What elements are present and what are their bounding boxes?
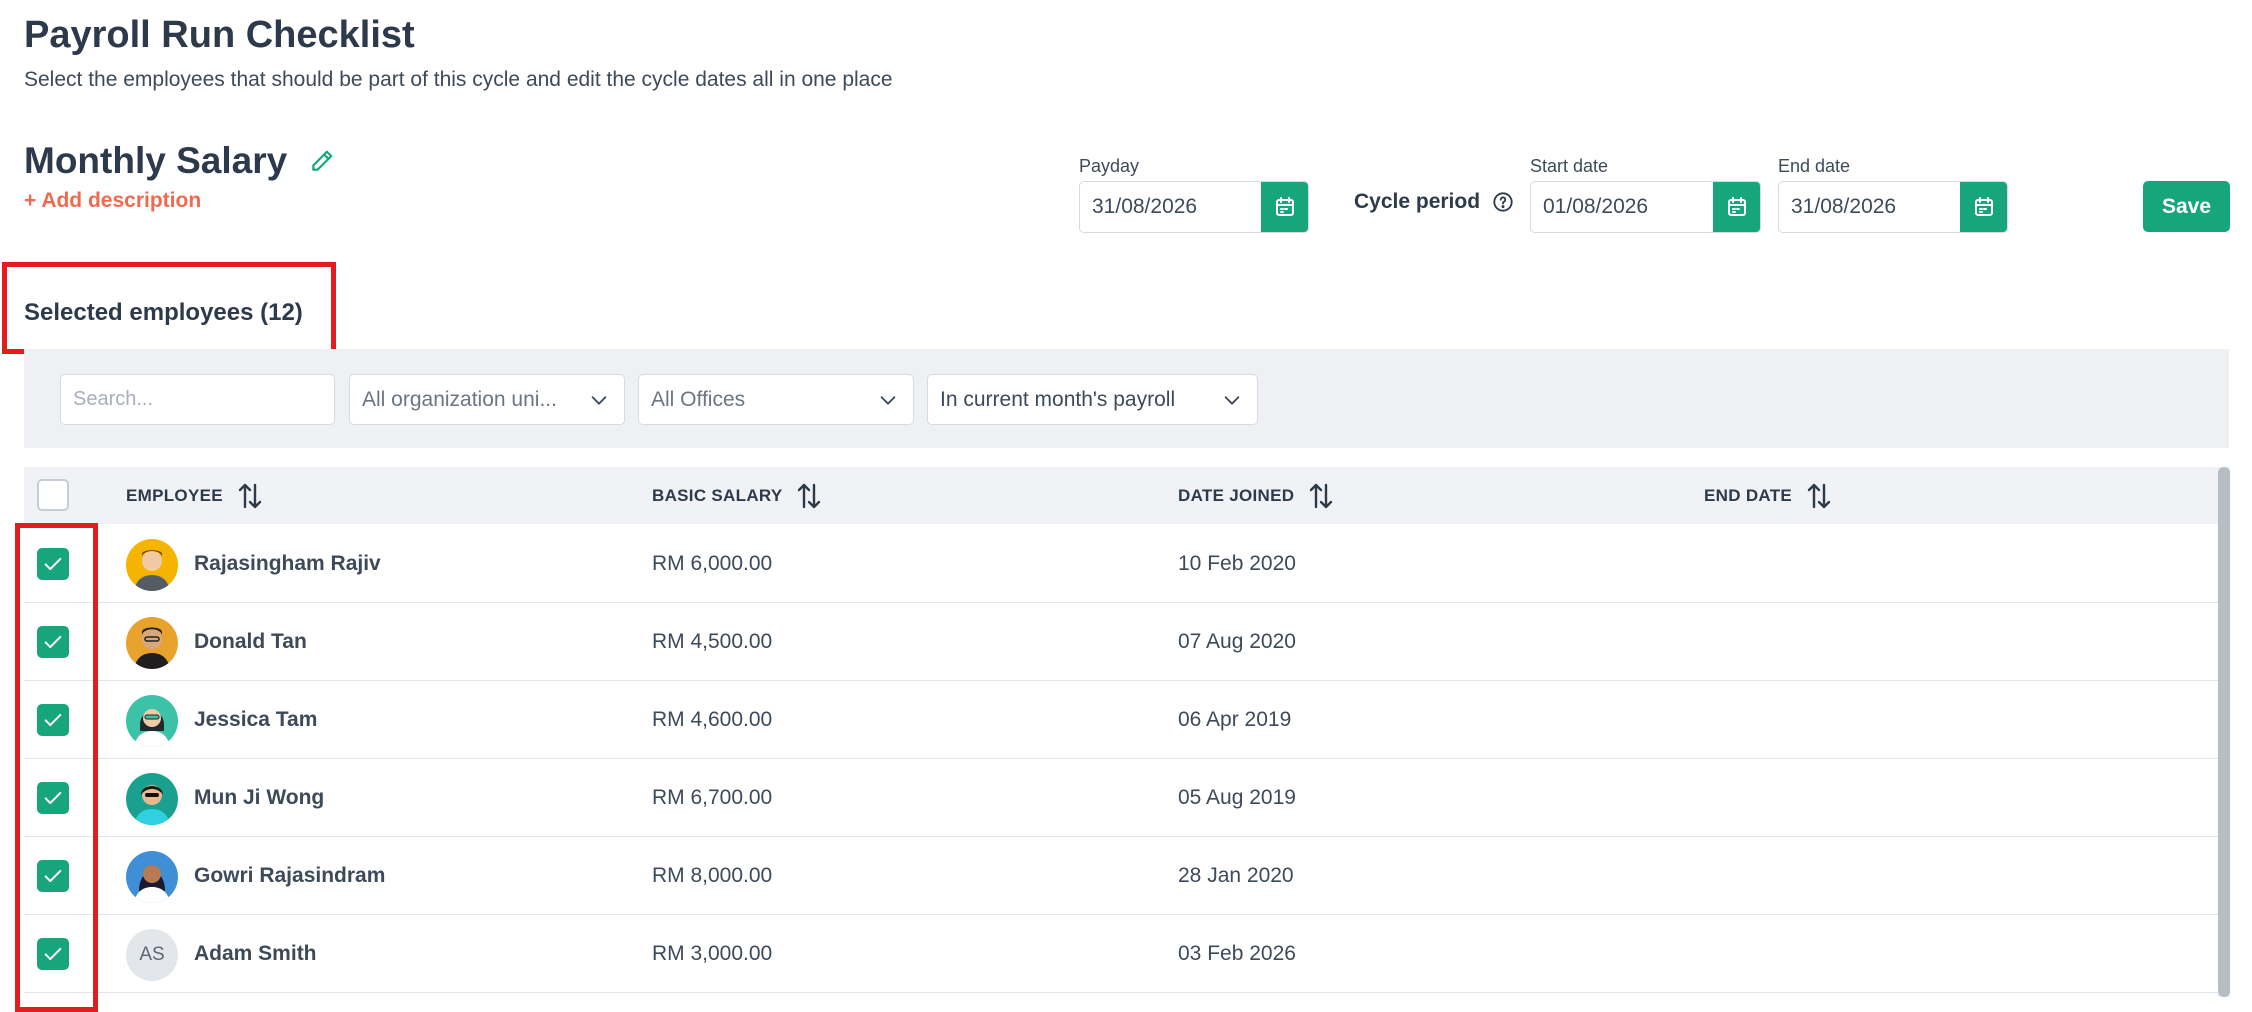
selected-employees-title: Selected employees (12) — [24, 299, 303, 326]
calendar-icon[interactable] — [1713, 182, 1760, 232]
avatar — [126, 617, 178, 669]
row-checkbox[interactable] — [37, 548, 69, 580]
sort-icon[interactable] — [237, 482, 263, 510]
basic-salary: RM 3,000.00 — [652, 942, 773, 965]
avatar — [126, 773, 178, 825]
row-checkbox[interactable] — [37, 860, 69, 892]
check-icon — [44, 635, 62, 649]
cycle-name: Monthly Salary — [24, 140, 335, 182]
end-date-field[interactable]: 31/08/2026 — [1778, 181, 2008, 233]
date-joined: 05 Aug 2019 — [1178, 786, 1296, 809]
check-icon — [44, 557, 62, 571]
check-icon — [44, 791, 62, 805]
table-row: Mun Ji Wong RM 6,700.00 05 Aug 2019 — [24, 759, 2218, 837]
check-icon — [44, 947, 62, 961]
cycle-name-text: Monthly Salary — [24, 140, 288, 181]
employee-name[interactable]: Mun Ji Wong — [194, 759, 324, 837]
end-date-value[interactable]: 31/08/2026 — [1779, 182, 1960, 232]
payday-value[interactable]: 31/08/2026 — [1080, 182, 1261, 232]
scrollbar-thumb[interactable] — [2218, 467, 2230, 997]
sort-icon[interactable] — [796, 482, 822, 510]
offices-select[interactable]: All Offices — [638, 374, 914, 425]
page-title: Payroll Run Checklist — [24, 14, 415, 56]
basic-salary: RM 4,500.00 — [652, 630, 773, 653]
chevron-down-icon — [1221, 389, 1243, 411]
avatar — [126, 851, 178, 903]
date-joined: 07 Aug 2020 — [1178, 630, 1296, 653]
row-checkbox[interactable] — [37, 782, 69, 814]
date-joined: 06 Apr 2019 — [1178, 708, 1292, 731]
basic-salary: RM 6,700.00 — [652, 786, 773, 809]
employee-name[interactable]: Jessica Tam — [194, 681, 317, 759]
payday-field[interactable]: 31/08/2026 — [1079, 181, 1309, 233]
filter-bar: All organization uni... All Offices In c… — [24, 349, 2229, 448]
payroll-status-value: In current month's payroll — [940, 387, 1176, 411]
date-joined: 28 Jan 2020 — [1178, 864, 1294, 887]
search-input[interactable] — [60, 374, 335, 425]
table-row: Gowri Rajasindram RM 8,000.00 28 Jan 202… — [24, 837, 2218, 915]
avatar — [126, 695, 178, 747]
date-joined: 03 Feb 2026 — [1178, 942, 1296, 965]
cycle-period-label: Cycle period — [1354, 190, 1514, 214]
table-row: Jessica Tam RM 4,600.00 06 Apr 2019 — [24, 681, 2218, 759]
row-checkbox[interactable] — [37, 626, 69, 658]
select-all-checkbox[interactable] — [37, 479, 69, 511]
page-subtitle: Select the employees that should be part… — [24, 68, 893, 91]
row-checkbox[interactable] — [37, 938, 69, 970]
chevron-down-icon — [877, 389, 899, 411]
offices-value: All Offices — [651, 387, 746, 411]
table-row: AS Adam Smith RM 3,000.00 03 Feb 2026 — [24, 915, 2218, 993]
column-header-employee: EMPLOYEE — [126, 467, 263, 524]
column-header-date-joined: DATE JOINED — [1178, 467, 1334, 524]
table-scrollbar[interactable] — [2218, 467, 2230, 997]
end-date-label: End date — [1778, 156, 1851, 176]
payroll-status-select[interactable]: In current month's payroll — [927, 374, 1258, 425]
column-end-date-label: END DATE — [1704, 485, 1793, 505]
employee-name[interactable]: Gowri Rajasindram — [194, 837, 385, 915]
column-header-end-date: END DATE — [1704, 467, 1832, 524]
org-unit-select[interactable]: All organization uni... — [349, 374, 625, 425]
calendar-icon[interactable] — [1960, 182, 2007, 232]
column-basic-salary-label: BASIC SALARY — [652, 485, 783, 505]
avatar — [126, 539, 178, 591]
employee-name[interactable]: Adam Smith — [194, 915, 317, 993]
basic-salary: RM 8,000.00 — [652, 864, 773, 887]
check-icon — [44, 713, 62, 727]
sort-icon[interactable] — [1308, 482, 1334, 510]
start-date-field[interactable]: 01/08/2026 — [1530, 181, 1761, 233]
start-date-value[interactable]: 01/08/2026 — [1531, 182, 1713, 232]
calendar-icon[interactable] — [1261, 182, 1308, 232]
sort-icon[interactable] — [1806, 482, 1832, 510]
add-description-link[interactable]: + Add description — [24, 189, 201, 213]
row-checkbox[interactable] — [37, 704, 69, 736]
basic-salary: RM 6,000.00 — [652, 552, 773, 575]
chevron-down-icon — [588, 389, 610, 411]
employee-name[interactable]: Rajasingham Rajiv — [194, 525, 381, 603]
employee-name[interactable]: Donald Tan — [194, 603, 307, 681]
column-header-basic-salary: BASIC SALARY — [652, 467, 822, 524]
date-joined: 10 Feb 2020 — [1178, 552, 1296, 575]
column-employee-label: EMPLOYEE — [126, 485, 223, 505]
table-header: EMPLOYEE BASIC SALARY DATE JOINED END DA… — [24, 467, 2218, 524]
save-button[interactable]: Save — [2143, 181, 2230, 232]
cycle-period-text: Cycle period — [1354, 190, 1481, 213]
start-date-label: Start date — [1530, 156, 1609, 176]
basic-salary: RM 4,600.00 — [652, 708, 773, 731]
table-row: Rajasingham Rajiv RM 6,000.00 10 Feb 202… — [24, 525, 2218, 603]
help-circle-icon[interactable] — [1492, 191, 1514, 213]
initials-avatar: AS — [126, 929, 178, 981]
check-icon — [44, 869, 62, 883]
table-row: Donald Tan RM 4,500.00 07 Aug 2020 — [24, 603, 2218, 681]
pencil-icon[interactable] — [309, 148, 335, 174]
org-unit-value: All organization uni... — [362, 387, 557, 411]
payday-label: Payday — [1079, 156, 1140, 176]
column-date-joined-label: DATE JOINED — [1178, 485, 1295, 505]
